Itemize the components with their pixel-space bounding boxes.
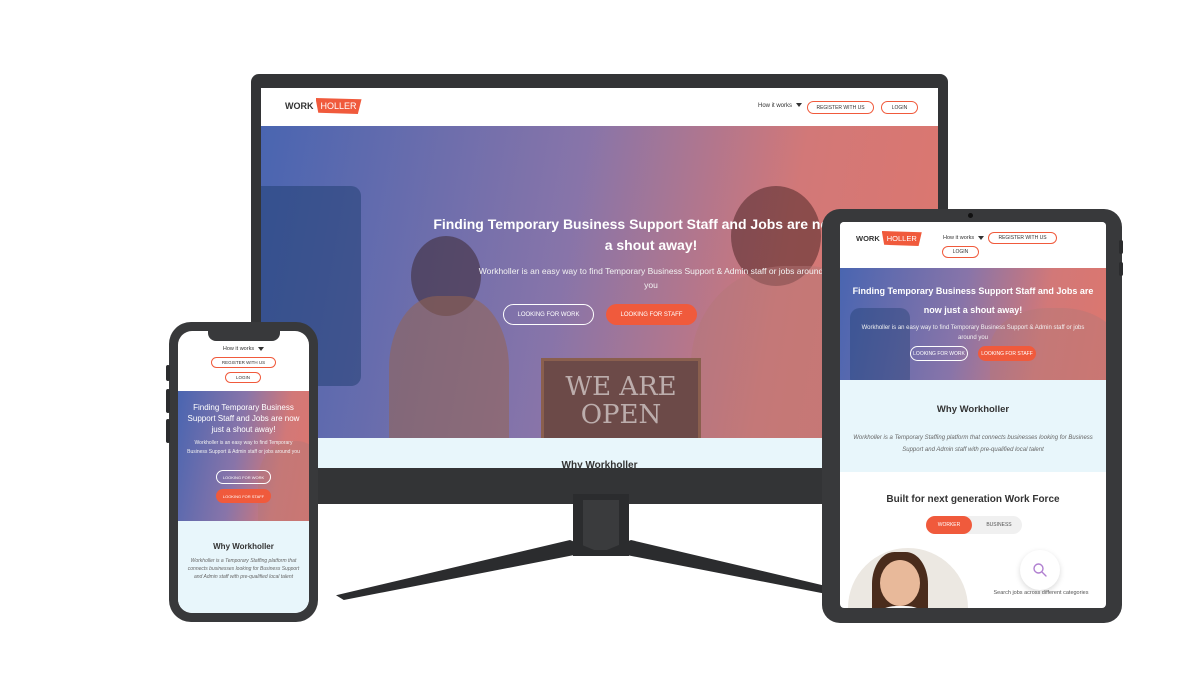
photo-face bbox=[880, 560, 920, 606]
tablet-side-button bbox=[1119, 262, 1123, 276]
register-button[interactable]: REGISTER WITH US bbox=[988, 232, 1057, 244]
tab-worker[interactable]: WORKER bbox=[926, 516, 972, 534]
tablet-side-button bbox=[1119, 240, 1123, 254]
how-it-works-label: How it works bbox=[943, 235, 975, 241]
looking-for-work-button[interactable]: LOOKING FOR WORK bbox=[216, 470, 271, 484]
how-it-works-menu[interactable]: How it works bbox=[943, 235, 985, 241]
chevron-down-icon bbox=[796, 103, 803, 108]
looking-for-work-button[interactable]: LOOKING FOR WORK bbox=[503, 304, 594, 325]
phone-side-button bbox=[166, 419, 170, 443]
why-section: Why Workholler Workholler is a Temporary… bbox=[178, 521, 309, 613]
woman-body bbox=[389, 296, 509, 438]
sign-text: WE ARE OPEN bbox=[565, 372, 677, 430]
logo-highlight: HOLLER bbox=[315, 98, 362, 114]
chevron-down-icon bbox=[978, 235, 985, 240]
why-title: Why Workholler bbox=[936, 404, 1010, 415]
how-it-works-label: How it works bbox=[222, 346, 255, 352]
looking-for-staff-button[interactable]: LOOKING FOR STAFF bbox=[978, 346, 1036, 361]
hero-subtitle: Workholler is an easy way to find Tempor… bbox=[187, 440, 300, 455]
tablet-screen: WORK HOLLER How it works REGISTER WITH U… bbox=[840, 222, 1106, 608]
logo[interactable]: WORK HOLLER bbox=[285, 98, 362, 114]
why-title: Why Workholler bbox=[213, 542, 274, 551]
looking-for-staff-button[interactable]: LOOKING FOR STAFF bbox=[606, 304, 697, 325]
how-it-works-menu[interactable]: How it works bbox=[758, 103, 803, 109]
login-button[interactable]: LOGIN bbox=[881, 101, 918, 114]
open-sign: WE ARE OPEN bbox=[541, 358, 701, 438]
chevron-down-icon bbox=[258, 346, 265, 351]
monitor-stand-neck-highlight bbox=[583, 500, 619, 550]
hero-title: Finding Temporary Business Support Staff… bbox=[433, 216, 869, 253]
search-feature-button[interactable] bbox=[1020, 550, 1060, 590]
why-description: Workholler is a Temporary Staffing platf… bbox=[187, 558, 300, 580]
logo[interactable]: WORK HOLLER bbox=[856, 231, 922, 246]
looking-for-staff-button[interactable]: LOOKING FOR STAFF bbox=[216, 489, 271, 503]
phone-side-button bbox=[166, 365, 170, 381]
how-it-works-menu[interactable]: How it works bbox=[178, 346, 309, 352]
phone-screen: How it works REGISTER WITH US LOGIN Find… bbox=[178, 331, 309, 613]
logo-word: WORK bbox=[856, 234, 880, 243]
login-button[interactable]: LOGIN bbox=[225, 372, 261, 383]
navbar: WORK HOLLER How it works REGISTER WITH U… bbox=[840, 222, 1106, 268]
device-mockup-stage: WORK HOLLER How it works REGISTER WITH U… bbox=[0, 0, 1200, 679]
search-caption: Search jobs across different categories bbox=[993, 590, 1089, 596]
hero-title: Finding Temporary Business Support Staff… bbox=[852, 286, 1094, 315]
hero-section: Finding Temporary Business Support Staff… bbox=[178, 391, 309, 521]
audience-toggle: WORKER BUSINESS bbox=[926, 516, 1022, 534]
why-section: Why Workholler Workholler is a Temporary… bbox=[840, 380, 1106, 472]
logo-word: WORK bbox=[285, 101, 314, 111]
hero-title: Finding Temporary Business Support Staff… bbox=[187, 403, 300, 434]
register-button[interactable]: REGISTER WITH US bbox=[211, 357, 276, 368]
worker-photo bbox=[848, 548, 968, 608]
tablet-camera bbox=[968, 213, 973, 218]
phone-side-button bbox=[166, 389, 170, 413]
built-title: Built for next generation Work Force bbox=[886, 494, 1060, 505]
search-icon bbox=[1033, 563, 1047, 577]
phone-notch bbox=[208, 331, 280, 341]
hero-subtitle: Workholler is an easy way to find Tempor… bbox=[478, 266, 824, 290]
logo-highlight: HOLLER bbox=[881, 231, 922, 246]
hero-subtitle: Workholler is an easy way to find Tempor… bbox=[861, 325, 1085, 341]
hero-section: Finding Temporary Business Support Staff… bbox=[840, 268, 1106, 380]
register-button[interactable]: REGISTER WITH US bbox=[807, 101, 874, 114]
tab-business[interactable]: BUSINESS bbox=[976, 516, 1022, 534]
why-description: Workholler is a Temporary Staffing platf… bbox=[853, 435, 1093, 453]
how-it-works-label: How it works bbox=[758, 103, 793, 109]
navbar: WORK HOLLER How it works REGISTER WITH U… bbox=[261, 88, 938, 126]
looking-for-work-button[interactable]: LOOKING FOR WORK bbox=[910, 346, 968, 361]
monitor-base-left bbox=[336, 540, 596, 600]
login-button[interactable]: LOGIN bbox=[942, 246, 979, 258]
